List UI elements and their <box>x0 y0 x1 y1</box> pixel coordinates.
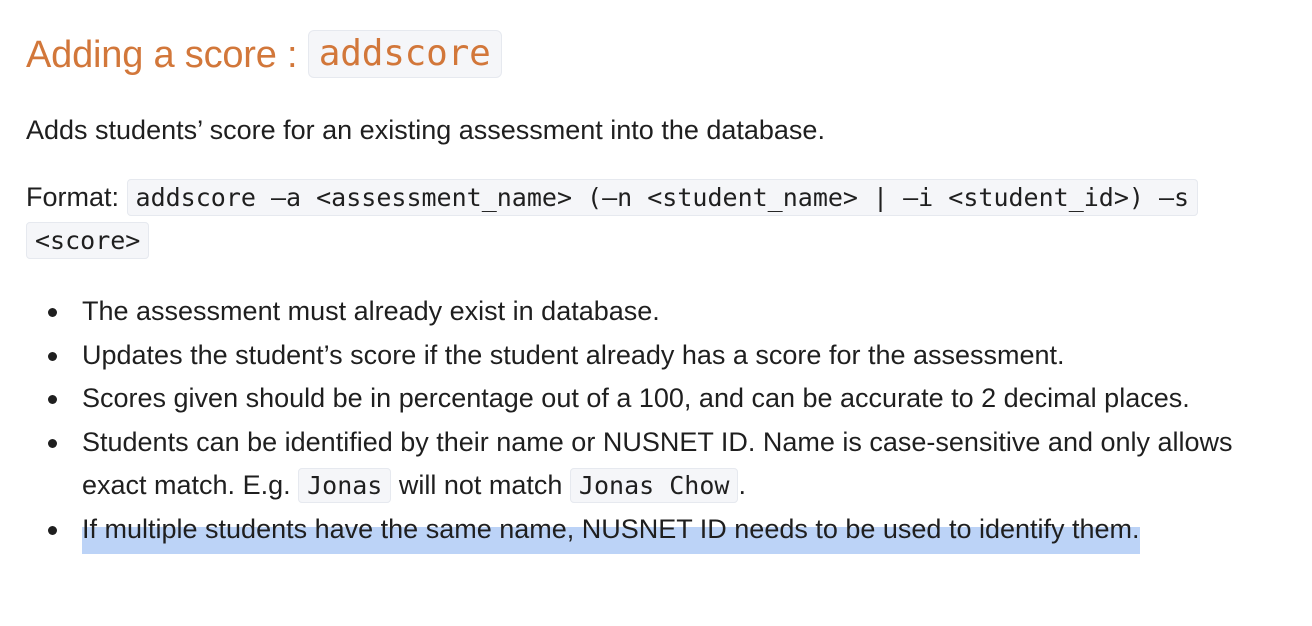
list-item-text: . <box>738 470 746 500</box>
example-code-jonas-chow: Jonas Chow <box>569 468 739 503</box>
section-heading: Adding a score : addscore <box>26 24 1288 86</box>
format-line: Format: addscore –a <assessment_name> (–… <box>26 176 1288 262</box>
heading-text: Adding a score : <box>26 34 308 76</box>
command-description: Adds students’ score for an existing ass… <box>26 115 825 145</box>
documentation-section: Adding a score : addscore Adds students’… <box>26 24 1288 554</box>
list-item: Students can be identified by their name… <box>26 421 1288 508</box>
notes-list: The assessment must already exist in dat… <box>26 290 1288 554</box>
list-item-text: will not match <box>391 470 570 500</box>
list-item-text: The assessment must already exist in dat… <box>82 296 660 326</box>
selected-text-highlight[interactable]: If multiple students have the same name,… <box>82 513 1140 554</box>
list-item: The assessment must already exist in dat… <box>26 290 1288 334</box>
heading-command-code: addscore <box>307 30 502 78</box>
list-item-text: Updates the student’s score if the stude… <box>82 339 1065 370</box>
example-code-jonas: Jonas <box>298 468 392 503</box>
list-item: If multiple students have the same name,… <box>26 508 1288 554</box>
list-item-text: Scores given should be in percentage out… <box>82 383 1190 413</box>
list-item: Updates the student’s score if the stude… <box>26 334 1288 378</box>
list-item: Scores given should be in percentage out… <box>26 377 1288 421</box>
format-code: addscore –a <assessment_name> (–n <stude… <box>26 179 1199 259</box>
format-label: Format: <box>26 182 127 212</box>
